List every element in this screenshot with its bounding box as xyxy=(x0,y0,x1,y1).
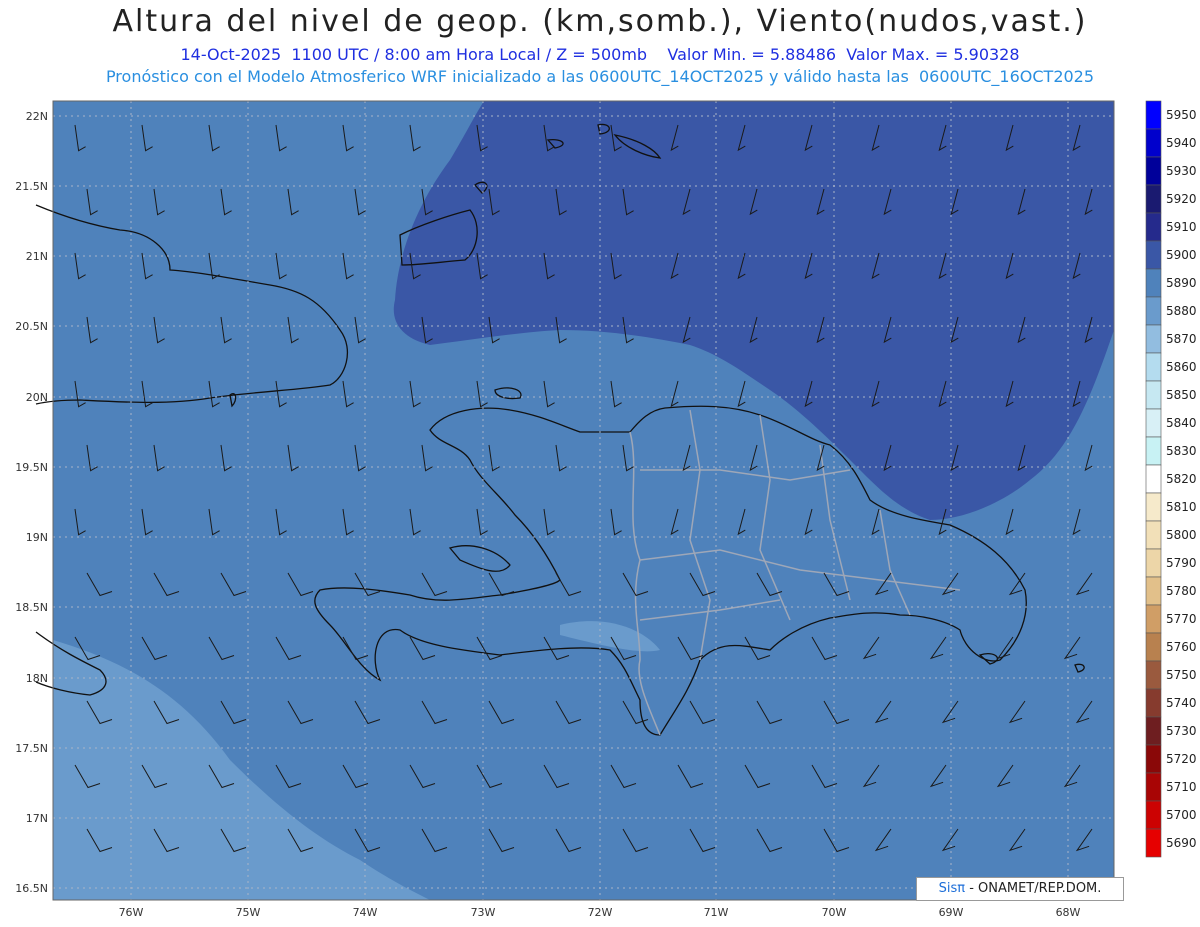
colorbar-label: 5880 xyxy=(1166,304,1197,318)
colorbar-swatch xyxy=(1145,800,1162,830)
colorbar-label: 5870 xyxy=(1166,332,1197,346)
colorbar-swatch xyxy=(1145,632,1162,662)
colorbar-swatch xyxy=(1145,408,1162,438)
colorbar-label: 5910 xyxy=(1166,220,1197,234)
colorbar-label: 5710 xyxy=(1166,780,1197,794)
colorbar-swatch xyxy=(1145,464,1162,494)
colorbar-label: 5750 xyxy=(1166,668,1197,682)
lon-label: 70W xyxy=(822,906,847,919)
lon-label: 75W xyxy=(236,906,261,919)
colorbar-swatch xyxy=(1145,268,1162,298)
lat-label: 19.5N xyxy=(15,461,48,474)
colorbar-label: 5760 xyxy=(1166,640,1197,654)
colorbar-swatch xyxy=(1145,100,1162,130)
colorbar-label: 5860 xyxy=(1166,360,1197,374)
lat-label: 19N xyxy=(26,531,48,544)
colorbar-swatch xyxy=(1145,436,1162,466)
colorbar-swatch xyxy=(1145,296,1162,326)
lat-label: 16.5N xyxy=(15,882,48,895)
colorbar-swatch xyxy=(1145,240,1162,270)
credit-brand: Sisπ xyxy=(938,881,966,896)
colorbar-swatch xyxy=(1145,380,1162,410)
colorbar-swatch xyxy=(1145,324,1162,354)
colorbar-swatch xyxy=(1145,492,1162,522)
colorbar-label: 5770 xyxy=(1166,612,1197,626)
colorbar-label: 5780 xyxy=(1166,584,1197,598)
lon-label: 73W xyxy=(471,906,496,919)
colorbar-swatch xyxy=(1145,604,1162,634)
lat-label: 17N xyxy=(26,812,48,825)
colorbar-swatch xyxy=(1145,660,1162,690)
colorbar-label: 5920 xyxy=(1166,192,1197,206)
colorbar-label: 5930 xyxy=(1166,164,1197,178)
colorbar-label: 5850 xyxy=(1166,388,1197,402)
colorbar-label: 5840 xyxy=(1166,416,1197,430)
lat-label: 17.5N xyxy=(15,742,48,755)
lat-label: 21N xyxy=(26,250,48,263)
colorbar-swatch xyxy=(1145,688,1162,718)
colorbar-label: 5820 xyxy=(1166,472,1197,486)
lon-label: 68W xyxy=(1056,906,1081,919)
colorbar-swatch xyxy=(1145,184,1162,214)
lon-label: 69W xyxy=(939,906,964,919)
lon-axis: 76W 75W 74W 73W 72W 71W 70W 69W 68W xyxy=(119,906,1081,919)
lon-label: 76W xyxy=(119,906,144,919)
credit-text: - ONAMET/REP.DOM. xyxy=(969,881,1102,896)
colorbar-label: 5810 xyxy=(1166,500,1197,514)
forecast-map: 22N 21.5N 21N 20.5N 20N 19.5N 19N 18.5N … xyxy=(15,100,1197,919)
colorbar-swatch xyxy=(1145,520,1162,550)
colorbar-swatch xyxy=(1145,716,1162,746)
colorbar-label: 5730 xyxy=(1166,724,1197,738)
colorbar-label: 5900 xyxy=(1166,248,1197,262)
colorbar-swatch xyxy=(1145,772,1162,802)
lat-label: 21.5N xyxy=(15,180,48,193)
lat-label: 18N xyxy=(26,672,48,685)
lat-label: 22N xyxy=(26,110,48,123)
lon-label: 71W xyxy=(704,906,729,919)
colorbar-swatch xyxy=(1145,828,1162,858)
colorbar-swatch xyxy=(1145,156,1162,186)
lat-label: 20.5N xyxy=(15,320,48,333)
lat-label: 20N xyxy=(26,391,48,404)
colorbar-label: 5950 xyxy=(1166,108,1197,122)
colorbar-swatch xyxy=(1145,548,1162,578)
colorbar-label: 5690 xyxy=(1166,836,1197,850)
colorbar-label: 5740 xyxy=(1166,696,1197,710)
lon-label: 74W xyxy=(353,906,378,919)
colorbar-swatch xyxy=(1145,352,1162,382)
colorbar-legend: 5950 5940 5930 5920 5910 5900 5890 5880 5870 5860… xyxy=(1145,100,1197,858)
colorbar-label: 5720 xyxy=(1166,752,1197,766)
colorbar-swatch xyxy=(1145,744,1162,774)
colorbar-label: 5940 xyxy=(1166,136,1197,150)
credit-box: Sisπ - ONAMET/REP.DOM. xyxy=(916,877,1124,901)
lat-axis: 22N 21.5N 21N 20.5N 20N 19.5N 19N 18.5N … xyxy=(15,110,48,895)
colorbar-swatch xyxy=(1145,212,1162,242)
lat-label: 18.5N xyxy=(15,601,48,614)
colorbar-label: 5700 xyxy=(1166,808,1197,822)
colorbar-label: 5790 xyxy=(1166,556,1197,570)
colorbar-swatch xyxy=(1145,576,1162,606)
colorbar-label: 5890 xyxy=(1166,276,1197,290)
lon-label: 72W xyxy=(588,906,613,919)
colorbar-swatch xyxy=(1145,128,1162,158)
colorbar-label: 5830 xyxy=(1166,444,1197,458)
colorbar-label: 5800 xyxy=(1166,528,1197,542)
